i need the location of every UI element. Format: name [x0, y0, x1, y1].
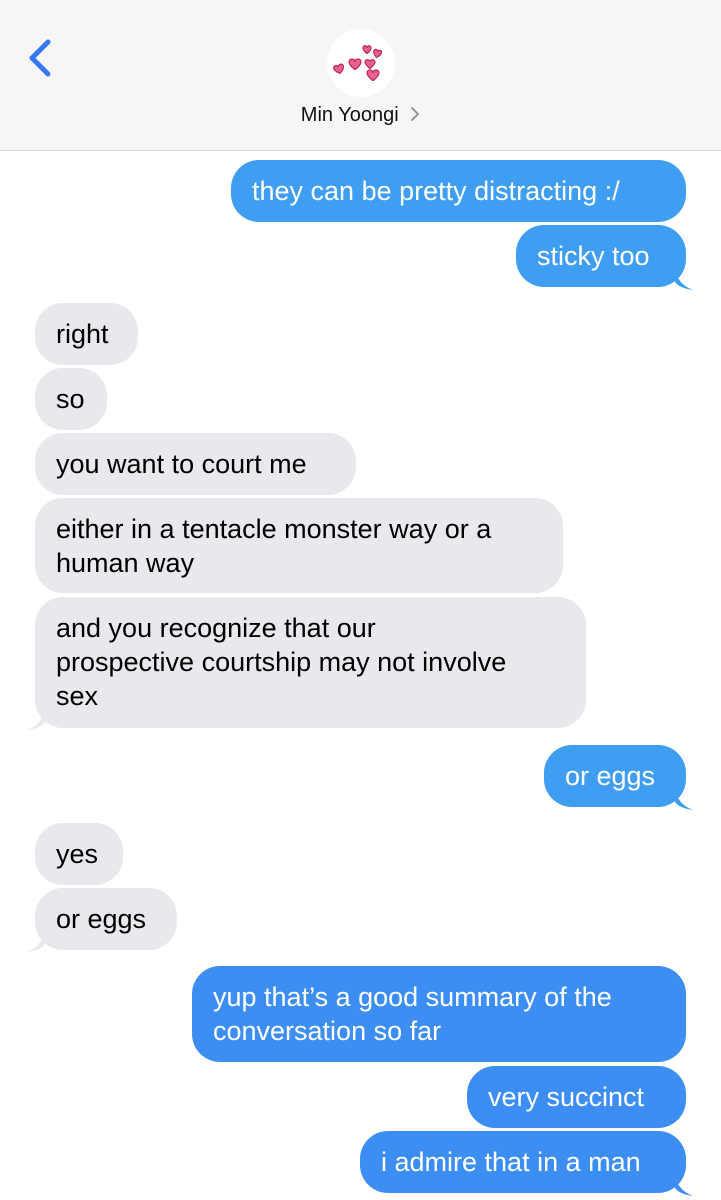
chevron-left-icon: [29, 39, 51, 77]
message-text: so: [56, 384, 85, 414]
message-bubble-sent[interactable]: yup that’s a good summary of the convers…: [192, 966, 686, 1062]
message-bubble-received[interactable]: you want to court me: [35, 433, 356, 495]
conversation-header: Min Yoongi: [0, 0, 721, 151]
message-bubble-sent[interactable]: they can be pretty distracting :/: [231, 160, 686, 222]
message-text: yup that’s a good summary of the: [213, 982, 612, 1012]
bubble-tail: [675, 1174, 693, 1196]
message-text: yes: [56, 839, 99, 869]
message-text: sticky too: [537, 241, 650, 271]
message-text: very succinct: [488, 1082, 645, 1112]
message-text: right: [56, 319, 109, 349]
back-button[interactable]: [22, 34, 62, 82]
bubble-tail: [27, 708, 45, 730]
message-text: sex: [56, 681, 99, 711]
message-bubble-received[interactable]: either in a tentacle monster way or a hu…: [35, 498, 563, 593]
message-text: conversation so far: [213, 1016, 442, 1046]
hearts-icon: [333, 45, 383, 82]
message-text: or eggs: [56, 904, 147, 934]
bubble-tail: [675, 788, 693, 810]
message-bubble-sent[interactable]: or eggs: [544, 745, 686, 807]
chevron-right-icon: [411, 107, 420, 122]
message-text: or eggs: [565, 761, 656, 791]
bubble-tail: [27, 930, 45, 952]
contact-name-button[interactable]: Min Yoongi: [0, 104, 721, 127]
message-text: they can be pretty distracting :/: [252, 176, 620, 206]
message-bubble-received[interactable]: so: [35, 368, 107, 430]
message-text: and you recognize that our: [56, 613, 376, 643]
message-bubble-received[interactable]: and you recognize that our prospective c…: [35, 597, 586, 728]
contact-avatar[interactable]: [327, 29, 395, 97]
message-text: you want to court me: [56, 449, 307, 479]
message-bubble-received[interactable]: or eggs: [35, 888, 177, 950]
message-bubble-sent[interactable]: i admire that in a man: [360, 1131, 686, 1193]
message-bubble-sent[interactable]: sticky too: [516, 225, 686, 287]
message-bubble-received[interactable]: right: [35, 303, 138, 365]
message-bubble-sent[interactable]: very succinct: [467, 1066, 686, 1128]
message-text: human way: [56, 548, 195, 578]
message-text: prospective courtship may not involve: [56, 647, 507, 677]
message-bubble-received[interactable]: yes: [35, 823, 123, 885]
message-text: i admire that in a man: [381, 1147, 641, 1177]
bubble-tail: [675, 268, 693, 290]
contact-name: Min Yoongi: [300, 104, 399, 126]
message-text: either in a tentacle monster way or a: [56, 514, 492, 544]
